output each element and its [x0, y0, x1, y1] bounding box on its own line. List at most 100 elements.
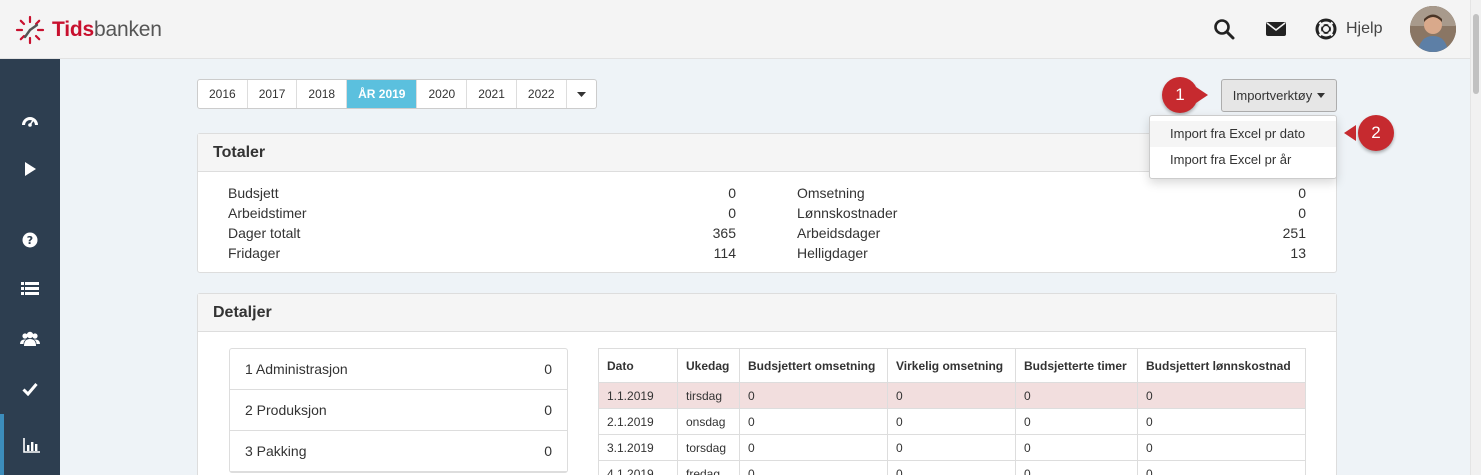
table-cell: 0 — [1015, 460, 1138, 475]
table-cell: onsdag — [677, 408, 740, 435]
avatar[interactable] — [1410, 6, 1456, 52]
table-cell: torsdag — [677, 434, 740, 461]
list-item[interactable]: 2 Produksjon 0 — [230, 390, 567, 431]
callout-badge: 2 — [1358, 115, 1394, 151]
table-header-row: Dato Ukedag Budsjettert omsetning Virkel… — [598, 348, 1306, 383]
sidebar-item-dashboard[interactable] — [0, 101, 60, 141]
table-row[interactable]: 1.1.2019 tirsdag 0 0 0 0 — [598, 382, 1306, 409]
sidebar-item-help[interactable]: ? — [0, 220, 60, 260]
year-tab[interactable]: 2017 — [248, 80, 298, 108]
year-tab[interactable]: 2018 — [297, 80, 348, 108]
column-header[interactable]: Ukedag — [677, 348, 740, 383]
column-header[interactable]: Budsjettert omsetning — [739, 348, 888, 383]
total-label: Arbeidstimer — [228, 205, 307, 221]
table-row[interactable]: 3.1.2019 torsdag 0 0 0 0 — [598, 434, 1306, 461]
callout-badge: 1 — [1162, 77, 1198, 113]
import-tool-button[interactable]: Importverktøy — [1221, 79, 1337, 112]
menu-item-import-per-date[interactable]: Import fra Excel pr dato — [1150, 121, 1336, 147]
table-cell: 4.1.2019 — [598, 460, 678, 475]
total-label: Lønnskostnader — [797, 205, 898, 221]
list-item[interactable]: 3 Pakking 0 — [230, 431, 567, 472]
table-cell: 0 — [739, 408, 888, 435]
table-cell: 0 — [739, 434, 888, 461]
column-header[interactable]: Virkelig omsetning — [887, 348, 1016, 383]
department-name: 3 Pakking — [245, 443, 307, 459]
lifebuoy-icon[interactable] — [1315, 18, 1337, 40]
scrollbar-thumb[interactable] — [1473, 14, 1479, 94]
sidebar-item-check[interactable] — [0, 369, 60, 409]
total-value: 251 — [1282, 225, 1306, 241]
column-header[interactable]: Budsjettert lønnskostnad — [1137, 348, 1306, 383]
total-label: Omsetning — [797, 185, 865, 201]
department-value: 0 — [544, 402, 552, 418]
brand-name: Tidsbanken — [52, 18, 162, 42]
total-value: 0 — [728, 185, 736, 201]
more-years-button[interactable] — [567, 80, 596, 108]
table-cell: 0 — [1137, 382, 1306, 409]
page-scrollbar[interactable] — [1470, 0, 1481, 475]
play-icon — [25, 162, 36, 176]
total-value: 13 — [1290, 245, 1306, 261]
table-cell: 0 — [739, 382, 888, 409]
column-header[interactable]: Dato — [598, 348, 678, 383]
help-link[interactable]: Hjelp — [1346, 20, 1382, 38]
totals-row: Dager totalt 365 Arbeidsdager 251 — [228, 225, 1308, 245]
envelope-icon[interactable] — [1265, 18, 1287, 40]
year-tab[interactable]: 2020 — [417, 80, 468, 108]
totals-row: Arbeidstimer 0 Lønnskostnader 0 — [228, 205, 1308, 225]
total-value: 365 — [712, 225, 736, 241]
sidebar-item-reports[interactable] — [0, 414, 60, 475]
column-header[interactable]: Budsjetterte timer — [1015, 348, 1138, 383]
caret-down-icon — [576, 91, 586, 97]
year-tab[interactable]: 2022 — [517, 80, 567, 108]
avatar-image — [1410, 6, 1456, 52]
department-name: 2 Produksjon — [245, 402, 327, 418]
table-cell: 2.1.2019 — [598, 408, 678, 435]
table-row[interactable]: 4.1.2019 fredag 0 0 0 0 — [598, 460, 1306, 475]
sidebar-item-users[interactable] — [0, 319, 60, 359]
year-tab[interactable]: 2016 — [198, 80, 248, 108]
import-tool-label: Importverktøy — [1232, 88, 1313, 103]
svg-text:?: ? — [27, 234, 33, 247]
total-label: Dager totalt — [228, 225, 301, 241]
dashboard-icon — [22, 117, 38, 127]
table-cell: 0 — [887, 434, 1016, 461]
search-icon[interactable] — [1213, 18, 1235, 40]
brand-logo[interactable]: Tidsbanken — [14, 13, 162, 47]
callout-pointer — [1196, 87, 1208, 103]
table-cell: 0 — [1137, 408, 1306, 435]
table-cell: 0 — [1137, 460, 1306, 475]
year-selector: 2016 2017 2018 ÅR 2019 2020 2021 2022 — [197, 79, 597, 109]
bar-chart-icon — [23, 437, 40, 453]
department-name: 1 Administrasjon — [245, 361, 348, 377]
table-cell: tirsdag — [677, 382, 740, 409]
year-tab[interactable]: 2021 — [467, 80, 517, 108]
total-label: Arbeidsdager — [797, 225, 881, 241]
year-tab-active[interactable]: ÅR 2019 — [347, 80, 418, 108]
list-icon — [21, 282, 39, 295]
total-label: Budsjett — [228, 185, 279, 201]
top-bar: Tidsbanken Hjelp — [0, 0, 1470, 59]
totals-row: Budsjett 0 Omsetning 0 — [228, 185, 1308, 205]
brand-name-part2: banken — [94, 18, 162, 41]
table-row[interactable]: 2.1.2019 onsdag 0 0 0 0 — [598, 408, 1306, 435]
table-cell: 0 — [1015, 382, 1138, 409]
list-item[interactable]: 1 Administrasjon 0 — [230, 349, 567, 390]
menu-item-import-per-year[interactable]: Import fra Excel pr år — [1150, 147, 1336, 173]
department-value: 0 — [544, 443, 552, 459]
question-icon: ? — [22, 232, 38, 248]
total-label: Fridager — [228, 245, 281, 261]
sidebar-item-play[interactable] — [0, 149, 60, 189]
daily-budget-table: Dato Ukedag Budsjettert omsetning Virkel… — [598, 348, 1306, 475]
department-list: 1 Administrasjon 0 2 Produksjon 0 3 Pakk… — [229, 348, 568, 473]
import-dropdown-menu: Import fra Excel pr dato Import fra Exce… — [1149, 115, 1337, 179]
table-cell: 0 — [887, 460, 1016, 475]
details-title: Detaljer — [198, 294, 1336, 332]
caret-down-icon — [1317, 93, 1326, 98]
sidebar-item-list[interactable] — [0, 268, 60, 308]
total-label: Helligdager — [797, 245, 868, 261]
table-cell: 0 — [887, 408, 1016, 435]
sidebar: ? — [0, 59, 60, 475]
details-panel: Detaljer 1 Administrasjon 0 2 Produksjon… — [197, 293, 1337, 475]
table-cell: 0 — [1015, 434, 1138, 461]
